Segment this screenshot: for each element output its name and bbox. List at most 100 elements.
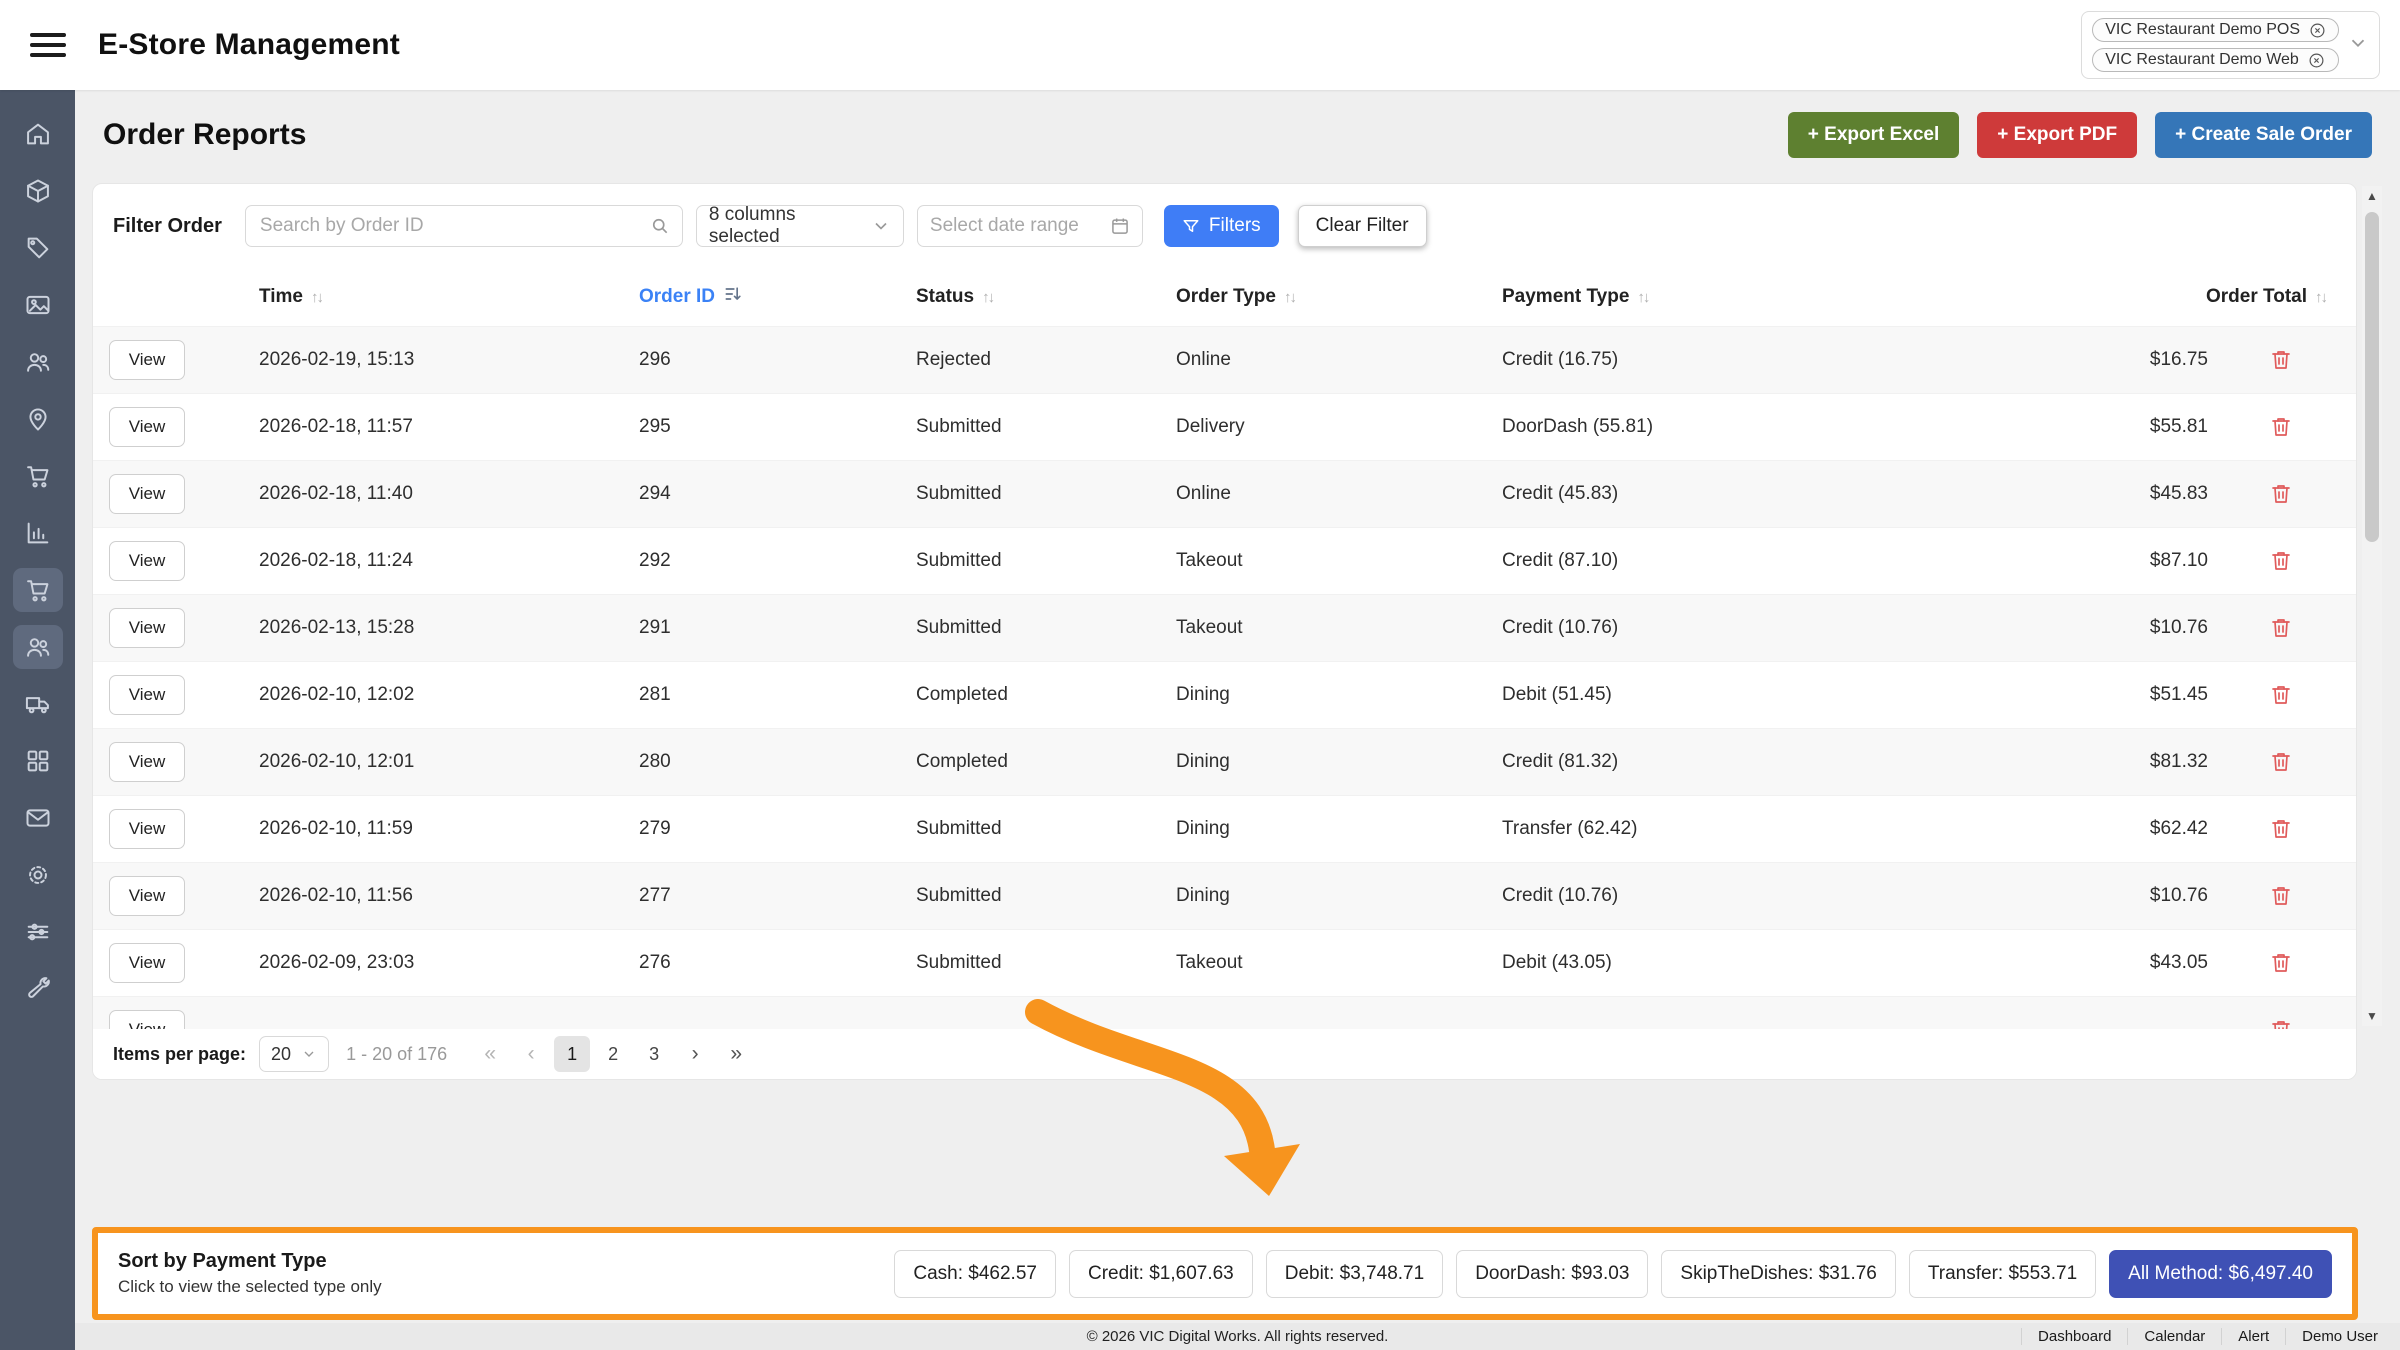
workspace-chip-pos[interactable]: VIC Restaurant Demo POS [2092, 18, 2339, 42]
cell-order-type: Delivery [1176, 416, 1502, 438]
payment-method-button[interactable]: All Method: $6,497.40 [2109, 1250, 2332, 1298]
table-row: View 2026-02-10, 11:59 279 Submitted Din… [93, 795, 2356, 862]
footer-link-alert[interactable]: Alert [2221, 1328, 2285, 1345]
page-button-2[interactable]: 2 [595, 1036, 631, 1072]
footer-link-calendar[interactable]: Calendar [2127, 1328, 2221, 1345]
sidebar-item-customers[interactable] [13, 340, 63, 384]
payment-method-button[interactable]: DoorDash: $93.03 [1456, 1250, 1648, 1298]
delete-order-icon[interactable] [2269, 750, 2293, 774]
view-button[interactable]: View [109, 474, 185, 514]
next-page-button[interactable]: › [677, 1036, 713, 1072]
export-pdf-button[interactable]: + Export PDF [1977, 112, 2137, 158]
column-header-order-total[interactable]: Order Total [1996, 286, 2326, 308]
sidebar-item-messages[interactable] [13, 796, 63, 840]
payment-method-button[interactable]: Transfer: $553.71 [1909, 1250, 2096, 1298]
scroll-up-icon[interactable]: ▲ [2362, 186, 2382, 206]
footer-link-dashboard[interactable]: Dashboard [2021, 1328, 2127, 1345]
order-search-input[interactable] [245, 205, 683, 247]
workspace-chip-web[interactable]: VIC Restaurant Demo Web [2092, 48, 2339, 72]
vertical-scrollbar[interactable]: ▲ ▼ [2362, 186, 2382, 1026]
delete-order-icon[interactable] [2269, 951, 2293, 975]
menu-icon[interactable] [30, 27, 66, 63]
sidebar-item-shop[interactable] [13, 454, 63, 498]
create-sale-order-button[interactable]: + Create Sale Order [2155, 112, 2372, 158]
view-button[interactable]: View [109, 407, 185, 447]
view-button[interactable]: View [109, 340, 185, 380]
last-page-button[interactable]: » [718, 1036, 754, 1072]
view-button[interactable]: View [109, 809, 185, 849]
payment-method-button[interactable]: Debit: $3,748.71 [1266, 1250, 1443, 1298]
page-button-1[interactable]: 1 [554, 1036, 590, 1072]
workspace-selector[interactable]: VIC Restaurant Demo POS VIC Restaurant D… [2081, 11, 2380, 79]
sidebar-item-locations[interactable] [13, 397, 63, 441]
cell-order-total: $10.76 [1996, 617, 2236, 639]
column-header-order-id[interactable]: Order ID [639, 284, 916, 310]
delete-order-icon[interactable] [2269, 616, 2293, 640]
sidebar-item-apps[interactable] [13, 739, 63, 783]
view-button[interactable]: View [109, 742, 185, 782]
delete-order-icon[interactable] [2269, 348, 2293, 372]
column-header-status[interactable]: Status [916, 286, 1176, 308]
cell-time: 2026-02-10, 12:02 [259, 684, 639, 706]
scroll-down-icon[interactable]: ▼ [2362, 1006, 2382, 1026]
delete-order-icon[interactable] [2269, 884, 2293, 908]
sidebar-item-reports[interactable] [13, 511, 63, 555]
column-header-payment-type[interactable]: Payment Type [1502, 286, 1996, 308]
payment-method-button[interactable]: SkipTheDishes: $31.76 [1661, 1250, 1895, 1298]
cell-order-total: $51.45 [1996, 684, 2236, 706]
export-excel-button[interactable]: + Export Excel [1788, 112, 1959, 158]
date-range-input[interactable]: Select date range [917, 205, 1143, 247]
cell-payment-type: Credit (10.76) [1502, 617, 1996, 639]
cell-order-id: 296 [639, 349, 916, 371]
delete-order-icon[interactable] [2269, 683, 2293, 707]
view-button[interactable]: View [109, 876, 185, 916]
delete-order-icon[interactable] [2269, 482, 2293, 506]
column-header-time[interactable]: Time [259, 286, 639, 308]
page-button-3[interactable]: 3 [636, 1036, 672, 1072]
view-button[interactable]: View [109, 1010, 185, 1031]
items-per-page-select[interactable]: 20 [259, 1036, 329, 1072]
sidebar-item-settings[interactable] [13, 853, 63, 897]
cell-order-total: $10.76 [1996, 885, 2236, 907]
remove-chip-icon[interactable] [2309, 22, 2326, 39]
users-icon [24, 633, 52, 661]
payment-summary-subtitle: Click to view the selected type only [118, 1277, 382, 1297]
sidebar-item-preferences[interactable] [13, 910, 63, 954]
sidebar-item-gallery[interactable] [13, 283, 63, 327]
filters-button[interactable]: Filters [1164, 205, 1279, 247]
cell-order-type: Online [1176, 483, 1502, 505]
remove-chip-icon[interactable] [2308, 52, 2325, 69]
chevron-down-icon[interactable] [2347, 32, 2369, 59]
view-button[interactable]: View [109, 608, 185, 648]
delete-order-icon[interactable] [2269, 415, 2293, 439]
table-row: View 2026-02-10, 12:02 281 Completed Din… [93, 661, 2356, 728]
prev-page-button[interactable]: ‹ [513, 1036, 549, 1072]
footer-link-demo-user[interactable]: Demo User [2285, 1328, 2394, 1345]
sidebar-item-tags[interactable] [13, 226, 63, 270]
filter-label: Filter Order [113, 215, 222, 238]
sort-icon [1637, 289, 1648, 306]
view-button[interactable]: View [109, 541, 185, 581]
payment-method-button[interactable]: Credit: $1,607.63 [1069, 1250, 1253, 1298]
delete-order-icon[interactable] [2269, 549, 2293, 573]
footer-links: Dashboard Calendar Alert Demo User [2021, 1323, 2394, 1350]
delete-order-icon[interactable] [2269, 817, 2293, 841]
sidebar-item-products[interactable] [13, 169, 63, 213]
scrollbar-thumb[interactable] [2365, 212, 2379, 542]
sidebar-item-delivery[interactable] [13, 682, 63, 726]
first-page-button[interactable]: « [472, 1036, 508, 1072]
cell-payment-type: Credit (45.83) [1502, 483, 1996, 505]
view-button[interactable]: View [109, 943, 185, 983]
sidebar-item-orders[interactable] [13, 568, 63, 612]
sidebar-item-tools[interactable] [13, 967, 63, 1011]
sidebar-item-staff[interactable] [13, 625, 63, 669]
search-input[interactable] [246, 215, 650, 237]
cell-order-total: $87.10 [1996, 550, 2236, 572]
sidebar-item-home[interactable] [13, 112, 63, 156]
cell-order-id: 276 [639, 952, 916, 974]
column-header-order-type[interactable]: Order Type [1176, 286, 1502, 308]
clear-filter-button[interactable]: Clear Filter [1298, 205, 1427, 247]
columns-select[interactable]: 8 columns selected [696, 205, 904, 247]
view-button[interactable]: View [109, 675, 185, 715]
payment-method-button[interactable]: Cash: $462.57 [894, 1250, 1056, 1298]
